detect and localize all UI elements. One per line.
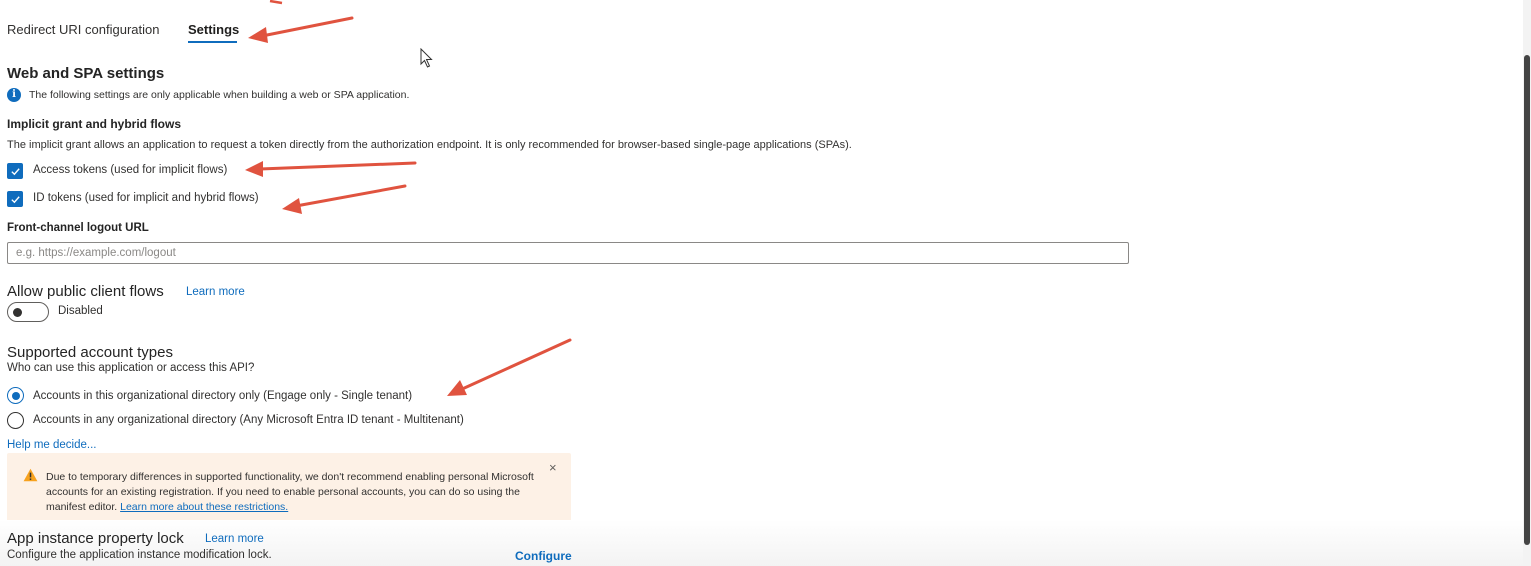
id-tokens-checkbox[interactable]: [7, 191, 23, 207]
public-client-state: Disabled: [58, 305, 103, 317]
account-types-heading: Supported account types: [7, 344, 173, 361]
tab-redirect-uri-configuration[interactable]: Redirect URI configuration: [7, 22, 159, 37]
app-lock-description: Configure the application instance modif…: [7, 549, 272, 561]
logout-url-input[interactable]: [7, 242, 1129, 264]
app-lock-learn-more-link[interactable]: Learn more: [205, 533, 264, 545]
access-tokens-label: Access tokens (used for implicit flows): [33, 164, 228, 176]
info-icon: i: [7, 88, 21, 102]
single-tenant-label: Accounts in this organizational director…: [33, 390, 413, 402]
public-client-learn-more-link[interactable]: Learn more: [186, 286, 245, 298]
help-me-decide-link[interactable]: Help me decide...: [7, 439, 97, 451]
implicit-grant-heading: Implicit grant and hybrid flows: [7, 117, 182, 131]
implicit-grant-description: The implicit grant allows an application…: [7, 139, 852, 151]
scrollbar-thumb[interactable]: [1524, 55, 1530, 545]
single-tenant-radio[interactable]: [7, 387, 24, 404]
annotation-arrow-settings: [248, 16, 354, 43]
mouse-cursor-icon: [420, 48, 433, 68]
annotation-arrow-single-tenant: [447, 338, 572, 396]
multitenant-label: Accounts in any organizational directory…: [33, 414, 464, 426]
tab-settings[interactable]: Settings: [188, 22, 239, 37]
app-lock-heading: App instance property lock: [7, 530, 184, 547]
public-client-flows-heading: Allow public client flows: [7, 283, 164, 300]
warning-icon: [23, 468, 38, 482]
checkmark-icon: [10, 195, 20, 203]
web-spa-info-text: The following settings are only applicab…: [29, 89, 410, 101]
logout-url-label: Front-channel logout URL: [7, 222, 149, 234]
annotation-arrow-id-tokens: [282, 184, 407, 214]
multitenant-radio[interactable]: [7, 412, 24, 429]
public-client-toggle[interactable]: [7, 302, 49, 322]
personal-accounts-warning: Due to temporary differences in supporte…: [7, 453, 571, 526]
toggle-knob: [13, 308, 22, 317]
restrictions-learn-more-link[interactable]: Learn more about these restrictions.: [120, 501, 288, 513]
warning-message: Due to temporary differences in supporte…: [46, 470, 551, 515]
checkmark-icon: [10, 167, 20, 175]
id-tokens-label: ID tokens (used for implicit and hybrid …: [33, 192, 259, 204]
configure-link[interactable]: Configure: [515, 549, 572, 563]
access-tokens-checkbox[interactable]: [7, 163, 23, 179]
web-spa-settings-heading: Web and SPA settings: [7, 65, 165, 82]
close-icon[interactable]: ×: [549, 461, 557, 474]
active-tab-indicator: [188, 41, 237, 43]
annotation-arrow-access-tokens: [245, 161, 417, 177]
annotation-arrow-fragment: [269, 0, 283, 5]
account-types-question: Who can use this application or access t…: [7, 362, 255, 374]
